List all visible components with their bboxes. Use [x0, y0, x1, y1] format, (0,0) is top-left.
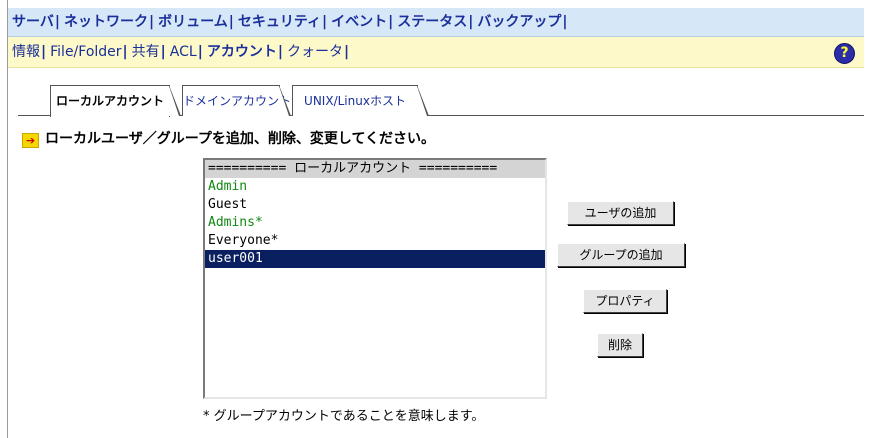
- nav-separator: |: [122, 44, 128, 60]
- main-nav-security[interactable]: セキュリティ: [234, 14, 322, 30]
- instruction-text: ➔ ローカルユーザ／グループを追加、削除、変更してください。: [22, 128, 435, 148]
- sub-nav: 情報| File/Folder| 共有| ACL| アカウント| クォータ| ?: [8, 37, 864, 68]
- sub-nav-info[interactable]: 情報: [8, 44, 41, 60]
- footnote-text: * グループアカウントであることを意味します。: [203, 409, 485, 424]
- delete-button[interactable]: 削除: [597, 333, 643, 357]
- help-icon[interactable]: ?: [834, 43, 855, 64]
- list-item-guest[interactable]: Guest: [205, 196, 545, 214]
- listbox-header: ========== ローカルアカウント ==========: [205, 160, 545, 178]
- tab-label: ドメインアカウント: [183, 94, 292, 108]
- list-item-admins[interactable]: Admins*: [205, 214, 545, 232]
- tab-local-account[interactable]: ローカルアカウント: [50, 85, 181, 117]
- main-nav-volume[interactable]: ボリューム: [154, 14, 229, 30]
- account-listbox[interactable]: ========== ローカルアカウント ========== Admin Gu…: [203, 158, 547, 399]
- main-nav-status[interactable]: ステータス: [393, 14, 468, 30]
- sub-nav-file-folder[interactable]: File/Folder: [46, 44, 122, 60]
- tab-label: ローカルアカウント: [55, 94, 164, 108]
- tab-domain-account[interactable]: ドメインアカウント: [182, 85, 291, 116]
- main-nav-network[interactable]: ネットワーク: [60, 14, 149, 30]
- tab-slant-fill: [169, 86, 179, 116]
- tab-label: UNIX/Linuxホスト: [304, 94, 406, 108]
- add-user-button[interactable]: ユーザの追加: [567, 201, 674, 225]
- list-item-user001[interactable]: user001: [205, 250, 545, 268]
- add-group-button[interactable]: グループの追加: [557, 243, 685, 267]
- tab-slant-fill: [279, 86, 289, 116]
- arrow-right-icon: ➔: [22, 133, 39, 148]
- instruction-label: ローカルユーザ／グループを追加、削除、変更してください。: [45, 131, 436, 147]
- tab-unix-linux-host[interactable]: UNIX/Linuxホスト: [292, 85, 429, 116]
- main-nav: サーバ| ネットワーク| ボリューム| セキュリティ| イベント| ステータス| バックアッ…: [8, 8, 864, 37]
- list-item-everyone[interactable]: Everyone*: [205, 232, 545, 250]
- nav-separator: |: [562, 14, 568, 30]
- tab-slant-fill: [417, 86, 427, 116]
- main-nav-backup[interactable]: バックアップ: [473, 14, 562, 30]
- list-item-admin[interactable]: Admin: [205, 178, 545, 196]
- sub-nav-quota[interactable]: クォータ: [283, 44, 344, 60]
- properties-button[interactable]: プロパティ: [583, 289, 667, 313]
- sub-nav-account[interactable]: アカウント: [203, 44, 278, 60]
- sub-nav-share[interactable]: 共有: [128, 44, 161, 60]
- main-nav-event[interactable]: イベント: [327, 14, 388, 30]
- nav-separator: |: [343, 44, 350, 60]
- sub-nav-acl[interactable]: ACL: [166, 44, 198, 60]
- main-nav-server[interactable]: サーバ: [8, 14, 55, 30]
